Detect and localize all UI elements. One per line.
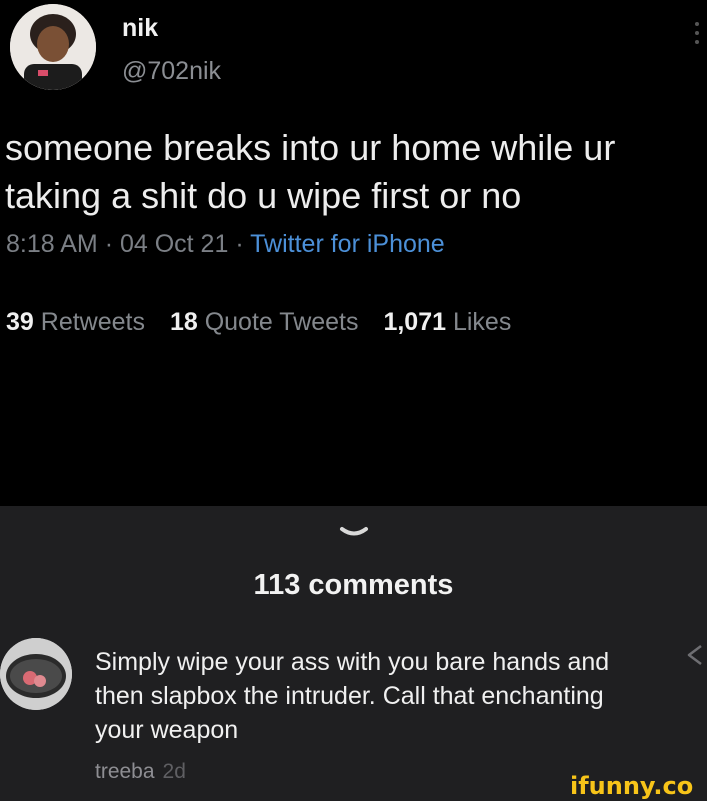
quote-tweets-stat[interactable]: 18 Quote Tweets: [170, 308, 359, 336]
tweet-date: 04 Oct 21: [119, 230, 229, 258]
likes-stat[interactable]: 1,071 Likes: [383, 308, 511, 336]
separator-dot: ·: [235, 230, 251, 258]
tweet-source-link[interactable]: Twitter for iPhone: [250, 230, 445, 258]
display-name[interactable]: nik: [122, 14, 158, 43]
comment-author[interactable]: treeba: [95, 760, 155, 783]
ifunny-watermark: ifunny.co: [570, 772, 694, 800]
retweets-count: 39: [6, 308, 34, 336]
tweet-timestamp-line: 8:18 AM · 04 Oct 21 · Twitter for iPhone: [6, 230, 445, 259]
tweet-time: 8:18 AM: [6, 230, 98, 258]
user-handle[interactable]: @702nik: [122, 57, 221, 86]
tweet-panel: nik @702nik someone breaks into ur home …: [0, 0, 707, 506]
more-options-icon[interactable]: [694, 22, 700, 48]
commenter-avatar[interactable]: [0, 638, 72, 710]
user-avatar[interactable]: [10, 4, 96, 90]
quote-tweets-count: 18: [169, 308, 198, 336]
share-icon[interactable]: [685, 642, 705, 673]
comment-age: 2d: [162, 760, 186, 783]
collapse-chevron-icon[interactable]: [339, 524, 369, 545]
comments-count: 113 comments: [253, 569, 454, 601]
retweets-label: Retweets: [40, 308, 145, 336]
retweets-stat[interactable]: 39 Retweets: [6, 308, 145, 336]
comment-meta: treeba 2d: [95, 760, 186, 784]
separator-dot: ·: [104, 230, 120, 258]
tweet-stats: 39 Retweets 18 Quote Tweets 1,071 Likes: [6, 308, 511, 337]
likes-count: 1,071: [383, 308, 447, 336]
tweet-text: someone breaks into ur home while ur tak…: [5, 127, 616, 216]
quote-tweets-label: Quote Tweets: [204, 308, 359, 336]
likes-label: Likes: [452, 308, 512, 336]
comment-text: Simply wipe your ass with you bare hands…: [95, 648, 610, 744]
